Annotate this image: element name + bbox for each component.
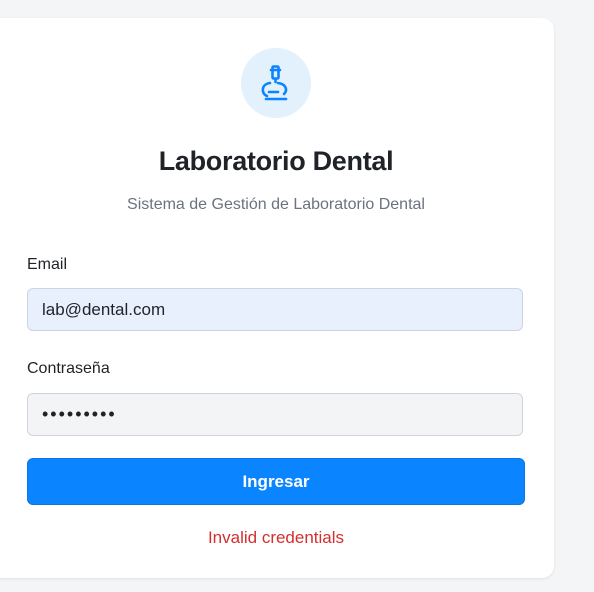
password-field[interactable] bbox=[27, 393, 523, 436]
microscope-icon bbox=[261, 65, 288, 101]
login-content: Laboratorio Dental Sistema de Gestión de… bbox=[0, 0, 594, 592]
error-message: Invalid credentials bbox=[207, 528, 345, 547]
email-field[interactable] bbox=[27, 288, 523, 331]
logo-badge bbox=[241, 48, 311, 118]
login-button[interactable]: Ingresar bbox=[27, 458, 525, 505]
password-label: Contraseña bbox=[27, 360, 110, 377]
email-label: Email bbox=[27, 256, 68, 273]
page-subtitle: Sistema de Gestión de Laboratorio Dental bbox=[127, 196, 425, 213]
page-title: Laboratorio Dental bbox=[158, 146, 394, 176]
